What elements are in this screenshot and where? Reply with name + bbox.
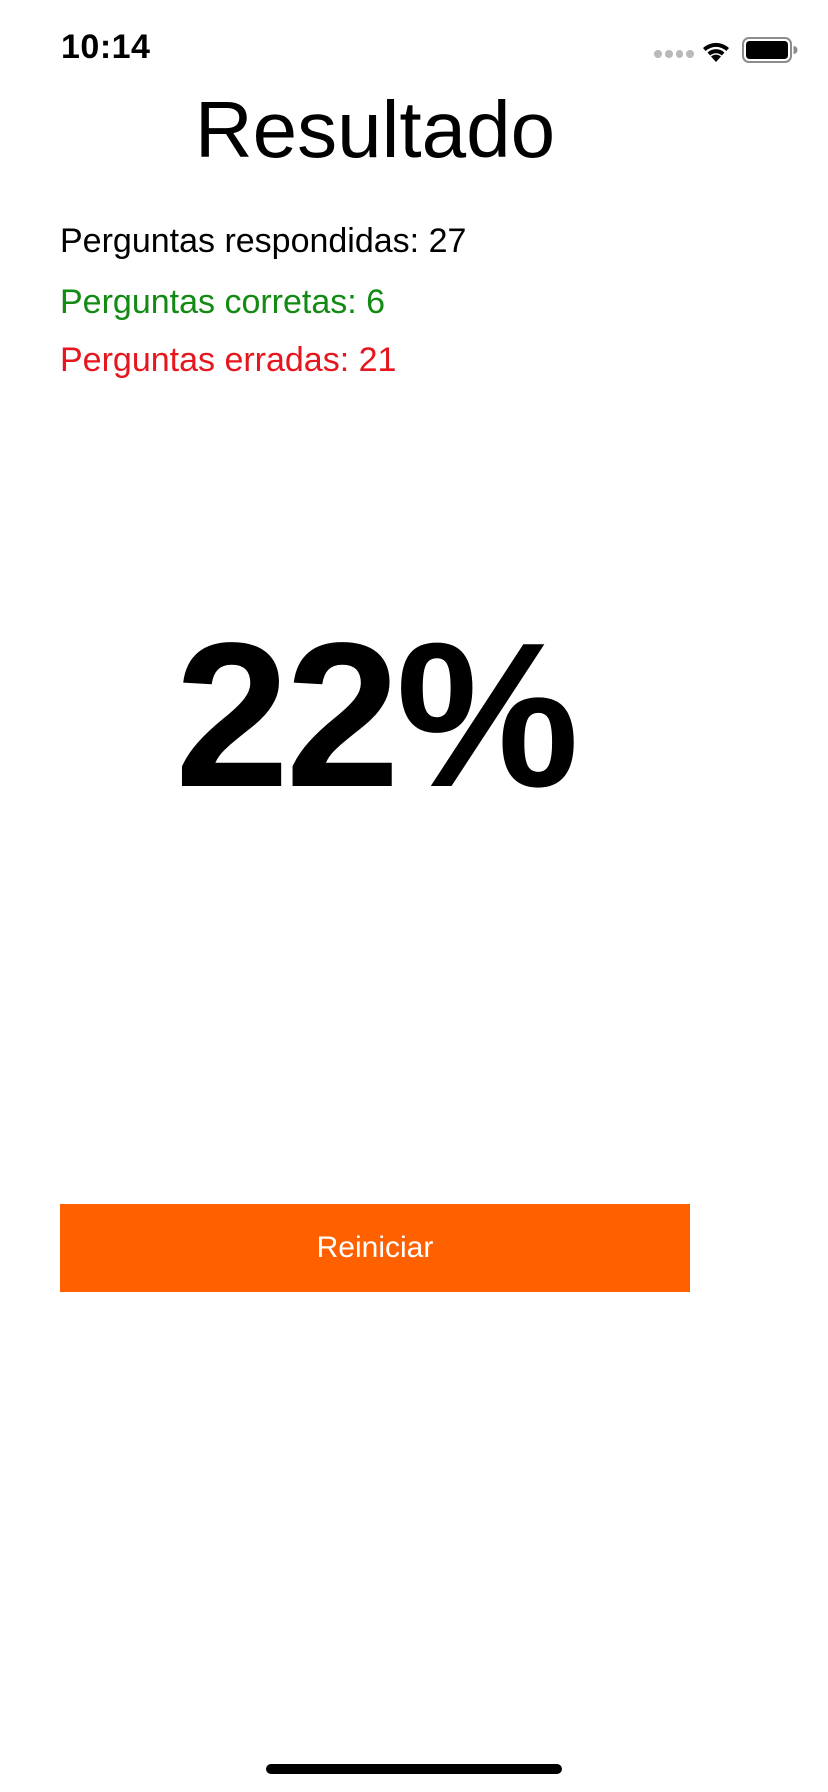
page-title: Resultado (194, 85, 556, 174)
wrong-count-label: Perguntas erradas: 21 (60, 341, 397, 379)
wifi-icon (703, 42, 729, 62)
correct-count-label: Perguntas corretas: 6 (60, 283, 386, 321)
answered-count-label: Perguntas respondidas: 27 (60, 222, 467, 260)
signal-dots-icon (654, 50, 694, 60)
home-indicator[interactable] (266, 1764, 562, 1774)
restart-button[interactable]: Reiniciar (60, 1204, 690, 1292)
score-percentage: 22% (174, 600, 579, 830)
battery-icon (742, 37, 798, 63)
restart-button-label: Reiniciar (316, 1231, 434, 1264)
status-time: 10:14 (61, 28, 151, 66)
